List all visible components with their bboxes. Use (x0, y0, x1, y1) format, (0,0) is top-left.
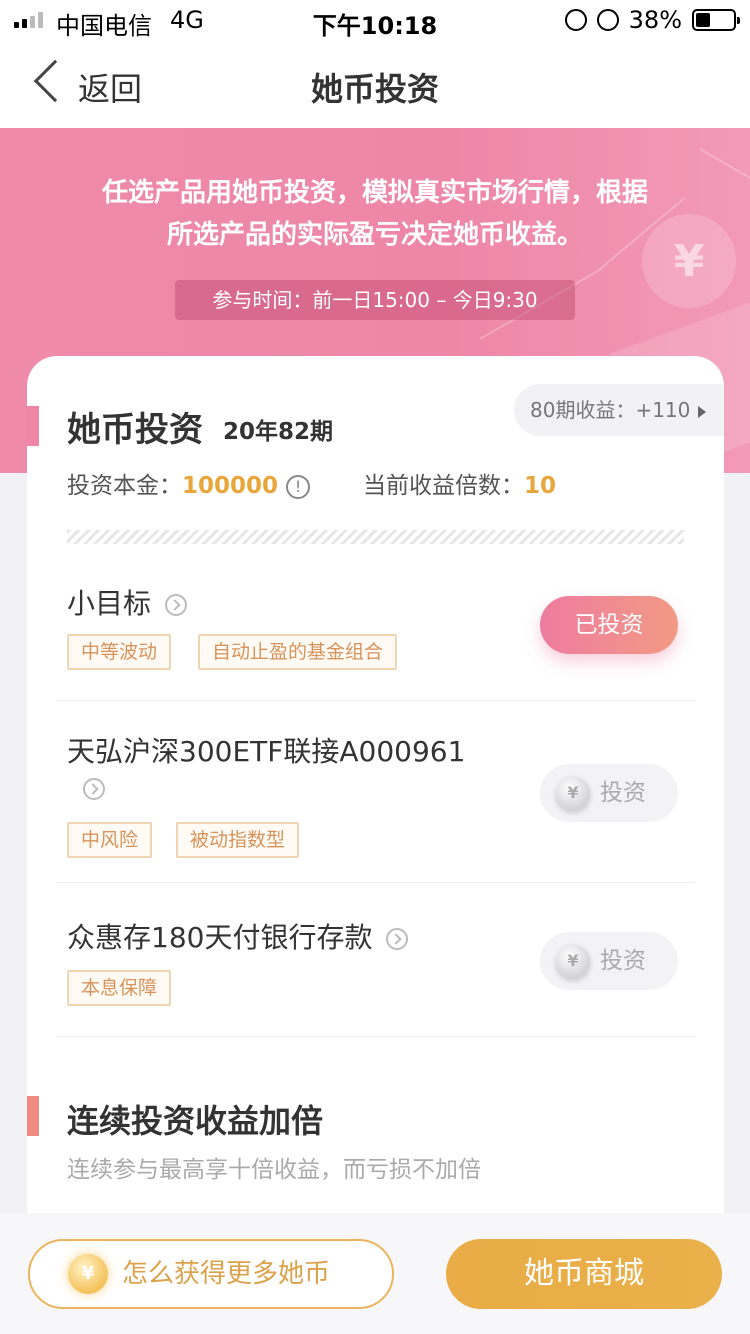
banner-line-2: 所选产品的实际盈亏决定她币收益。 (166, 220, 583, 250)
product-tag: 自动止盈的基金组合 (198, 634, 398, 670)
battery-percent: 38% (628, 6, 682, 34)
section-title: 连续投资收益加倍 (67, 1102, 324, 1140)
product-tag: 中等波动 (67, 634, 172, 670)
status-bar: 中国电信 4G 下午10:18 38% (0, 0, 750, 40)
multiplier-row: 当前收益倍数：10 (363, 466, 556, 500)
bottom-action-bar: ¥ 怎么获得更多她币 她币商城 (0, 1213, 750, 1334)
section-subtitle: 连续参与最高享十倍收益，而亏损不加倍 (67, 1157, 481, 1183)
card-title: 她币投资 (67, 410, 203, 450)
how-to-earn-button[interactable]: ¥ 怎么获得更多她币 (28, 1239, 394, 1309)
coin-mall-button[interactable]: 她币商城 (446, 1239, 722, 1309)
product-name-link[interactable]: 天弘沪深300ETF联接A000961 (67, 730, 465, 770)
divider (57, 1036, 694, 1037)
principal-value: 100000 (182, 473, 279, 499)
section-accent-bar (27, 406, 39, 446)
product-name-link[interactable]: 小目标 (67, 582, 188, 622)
invest-button-label: 投资 (600, 948, 646, 974)
coin-icon: ¥ (556, 776, 590, 810)
divider (57, 700, 694, 701)
gold-coin-icon: ¥ (68, 1254, 108, 1294)
principal-label: 投资本金： (67, 473, 182, 499)
investment-card: 她币投资 20年82期 80期收益：+110 投资本金：100000! 当前收益… (27, 356, 724, 1256)
coin-icon: ¥ (556, 944, 590, 978)
product-tag: 中风险 (67, 822, 153, 858)
how-to-earn-label: 怎么获得更多她币 (122, 1259, 331, 1289)
product-name-link[interactable]: 众惠存180天付银行存款 (67, 916, 409, 956)
principal-row: 投资本金：100000! (67, 466, 311, 500)
period-earnings-label: 80期收益：+110 (530, 398, 691, 422)
circle-arrow-right-icon[interactable] (165, 594, 188, 616)
card-period: 20年82期 (223, 419, 334, 445)
invested-button[interactable]: 已投资 (540, 596, 678, 654)
banner-description: 任选产品用她币投资，模拟真实市场行情，根据 所选产品的实际盈亏决定她币收益。 (40, 172, 710, 256)
nav-bar: 返回 她币投资 (0, 40, 750, 128)
multiplier-value: 10 (524, 473, 557, 499)
invest-button-label: 投资 (600, 780, 646, 806)
multiplier-label: 当前收益倍数： (363, 473, 524, 499)
hatched-divider (67, 530, 684, 544)
battery-icon (692, 9, 740, 31)
alarm-icon (596, 9, 619, 31)
product-name: 小目标 (67, 587, 152, 620)
info-icon[interactable]: ! (286, 474, 311, 499)
circle-arrow-right-icon[interactable] (386, 928, 409, 950)
product-tag: 本息保障 (67, 970, 172, 1006)
banner-line-1: 任选产品用她币投资，模拟真实市场行情，根据 (101, 178, 648, 208)
section-accent-bar (27, 1096, 39, 1136)
product-name: 天弘沪深300ETF联接A000961 (67, 735, 466, 768)
invest-button[interactable]: ¥ 投资 (540, 932, 678, 990)
participation-time: 参与时间：前一日15:00 – 今日9:30 (175, 280, 575, 320)
status-right-group: 38% (564, 6, 740, 34)
circle-arrow-right-icon[interactable] (83, 778, 105, 800)
divider (57, 882, 694, 883)
invest-button[interactable]: ¥ 投资 (540, 764, 678, 822)
product-name: 众惠存180天付银行存款 (67, 921, 373, 954)
period-earnings-link[interactable]: 80期收益：+110 (514, 384, 724, 436)
product-tag: 被动指数型 (176, 822, 300, 858)
rotation-lock-icon (564, 9, 587, 31)
page-title: 她币投资 (310, 70, 439, 108)
triangle-right-icon (698, 405, 707, 418)
